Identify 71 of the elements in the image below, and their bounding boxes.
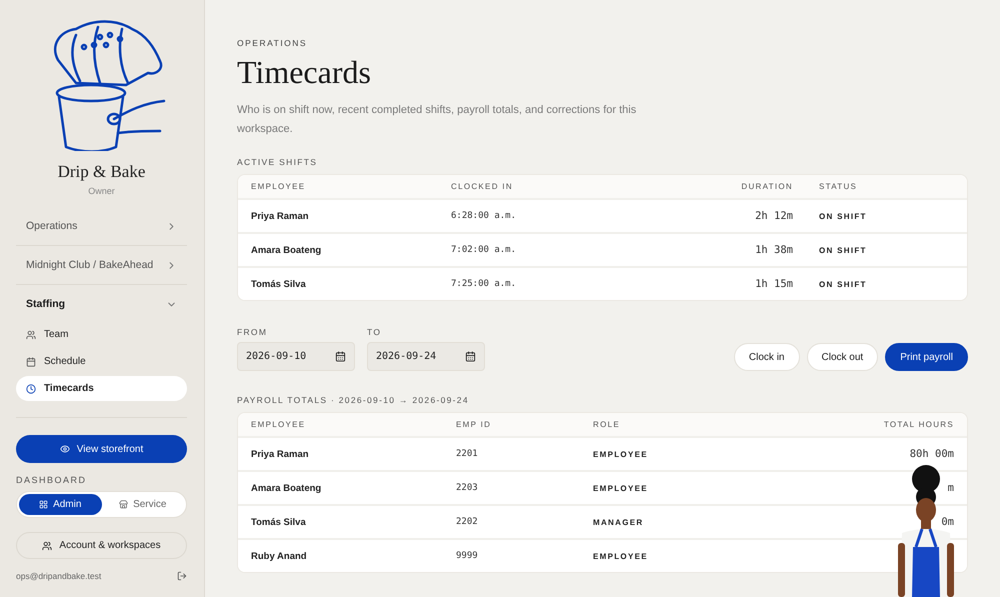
clock-icon <box>26 384 36 394</box>
table-cell-text: 2h 12m <box>754 210 794 222</box>
section-label: PAYROLL TOTALS · 2026-09-10 → 2026-09-24 <box>237 395 470 405</box>
table-cell-text: Amara Boateng <box>251 244 322 256</box>
mode-option[interactable]: Admin <box>19 494 102 515</box>
user-email: ops@dripandbake.test <box>16 571 102 581</box>
table-cell-text: ON SHIFT <box>818 212 868 220</box>
view-storefront-button[interactable]: View storefront <box>16 435 187 463</box>
table-cell-text: Priya Raman <box>251 448 310 460</box>
calendar-icon[interactable] <box>465 351 476 362</box>
table-cell-text: ON SHIFT <box>818 246 868 254</box>
page-eyebrow: OPERATIONS <box>237 38 308 48</box>
user-role: Owner <box>87 186 116 196</box>
page-description: Who is on shift now, recent completed shifts, payroll totals, and corrections for this workspace. <box>237 103 638 137</box>
table-cell-text: Tomás Silva <box>251 516 307 528</box>
nav-group[interactable]: Operations <box>16 210 187 242</box>
table-cell-text: EMPLOYEE <box>593 552 649 560</box>
table-cell-text: Ruby Anand <box>251 550 308 562</box>
action-button[interactable]: Print payroll <box>885 343 968 371</box>
table-cell-text: Tomás Silva <box>251 278 307 290</box>
mode-option[interactable]: Service <box>102 494 184 515</box>
field-label: FROM <box>237 327 268 337</box>
table-cell-text: 9999 <box>456 551 479 561</box>
column-header: DURATION <box>740 182 794 191</box>
column-header: EMP ID <box>456 420 492 429</box>
table-cell-text: 6:28:00 a.m. <box>451 211 518 221</box>
table-cell-text: 1h 38m <box>754 244 794 256</box>
page-title: Timecards <box>237 54 372 91</box>
section-label: ACTIVE SHIFTS <box>237 157 318 167</box>
nav-item[interactable]: Schedule <box>16 349 187 374</box>
table-cell-text: EMPLOYEE <box>593 484 649 492</box>
nav-group[interactable]: Midnight Club / BakeAhead <box>16 249 187 281</box>
action-button[interactable]: Clock in <box>734 343 800 371</box>
column-header: ROLE <box>593 420 621 429</box>
section-label: DASHBOARD <box>16 475 88 485</box>
table-cell-text: 2201 <box>456 449 479 459</box>
calendar-icon <box>26 356 36 366</box>
table-cell-text: m <box>946 482 954 494</box>
people-icon <box>42 540 52 550</box>
grid-icon <box>39 500 48 509</box>
calendar-icon[interactable] <box>335 351 346 362</box>
table-cell-text: 7:02:00 a.m. <box>451 245 518 255</box>
table-cell-text: 80h 00m <box>908 448 954 460</box>
table-cell-text: 2202 <box>456 517 479 527</box>
brand-name: Drip & Bake <box>56 162 146 182</box>
nav-item[interactable]: Team <box>16 322 187 347</box>
column-header: EMPLOYEE <box>251 420 306 429</box>
table-cell-text: ON SHIFT <box>818 280 868 288</box>
date-field[interactable]: 2026-09-24 <box>367 342 485 371</box>
table-cell-text: 2203 <box>456 483 479 493</box>
nav-group[interactable]: Staffing <box>16 288 187 320</box>
column-header: EMPLOYEE <box>251 182 306 191</box>
column-header: CLOCKED IN <box>451 182 514 191</box>
column-header: STATUS <box>818 182 858 191</box>
column-header: TOTAL HOURS <box>882 420 954 429</box>
date-field[interactable]: 2026-09-10 <box>237 342 355 371</box>
table-cell-text: EMPLOYEE <box>593 450 649 458</box>
table-cell-text: Priya Raman <box>251 210 310 222</box>
table-cell-text: 1h 15m <box>754 278 794 290</box>
store-icon <box>119 500 128 509</box>
table-cell-text: MANAGER <box>593 518 644 526</box>
field-label: TO <box>367 327 382 337</box>
logout-icon[interactable] <box>177 571 187 581</box>
people-icon <box>26 330 36 340</box>
eye-icon <box>60 444 70 454</box>
table-cell-text: 7:25:00 a.m. <box>451 279 518 289</box>
account-button[interactable]: Account & workspaces <box>16 532 187 559</box>
nav-item[interactable]: Timecards <box>16 376 187 401</box>
action-button[interactable]: Clock out <box>806 343 878 371</box>
table-cell-text: Amara Boateng <box>251 482 322 494</box>
table-cell-text: 0m <box>940 516 954 528</box>
